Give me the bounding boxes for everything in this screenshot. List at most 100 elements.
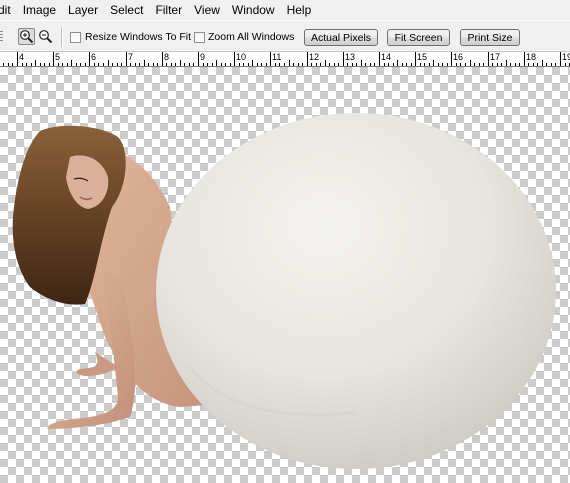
ruler-tick [542,60,543,66]
ruler-tick [555,63,556,66]
resize-windows-label[interactable]: Resize Windows To Fit [85,31,191,43]
toolbar-grip[interactable] [0,29,8,45]
menu-edit[interactable]: dit [0,0,17,20]
ruler-tick [252,60,253,66]
ruler-tick [329,63,330,66]
ruler-tick [424,63,425,66]
ruler-tick [279,63,280,66]
zoom-all-windows-checkbox[interactable] [194,32,205,43]
ruler-tick [379,52,380,66]
ruler-tick [546,63,547,66]
menu-view[interactable]: View [188,0,226,20]
ruler-tick [166,63,167,66]
ruler-tick [80,63,81,66]
ruler-tick [189,63,190,66]
ruler-tick [352,63,353,66]
ruler-tick [153,63,154,66]
ruler-tick [384,63,385,66]
ruler-tick [44,63,45,66]
ruler-tick [307,52,308,66]
ruler-tick [216,60,217,66]
ruler-tick [451,52,452,66]
ruler-tick [506,60,507,66]
ruler-label: 15 [417,52,428,62]
ruler-tick [230,63,231,66]
ruler-label: 9 [200,52,206,62]
ruler-tick [497,63,498,66]
ruler-tick [207,63,208,66]
ruler-label: 4 [19,52,25,62]
ruler-tick [429,63,430,66]
ruler-tick [17,52,18,66]
ruler-tick [257,63,258,66]
ruler-label: 13 [345,52,356,62]
menu-layer[interactable]: Layer [62,0,104,20]
menu-window[interactable]: Window [226,0,281,20]
ruler-tick [62,63,63,66]
ruler-tick [193,63,194,66]
ruler-tick [98,63,99,66]
ruler-tick [406,63,407,66]
ruler-tick [198,52,199,66]
ruler-tick [474,63,475,66]
zoom-in-button[interactable] [18,28,35,45]
ruler-tick [139,63,140,66]
ruler-tick [261,63,262,66]
ruler-tick [8,63,9,66]
ruler-tick [479,63,480,66]
ruler-tick [103,63,104,66]
ruler-tick [515,63,516,66]
ruler-tick [565,63,566,66]
ruler-label: 17 [490,52,501,62]
ruler-tick [112,63,113,66]
ruler-tick [470,60,471,66]
ruler-tick [40,63,41,66]
ruler-tick [126,52,127,66]
ruler-tick [524,52,525,66]
menu-filter[interactable]: Filter [149,0,188,20]
menu-select[interactable]: Select [104,0,149,20]
ruler-tick [266,63,267,66]
ruler-tick [171,63,172,66]
horizontal-ruler[interactable]: 4 5 6 7 8 9 10 11 12 13 14 15 16 17 18 19 [0,52,570,67]
ruler-tick [338,63,339,66]
ruler-tick [456,63,457,66]
fit-screen-button[interactable]: Fit Screen [387,29,450,46]
ruler-tick [361,60,362,66]
ruler-tick [239,63,240,66]
ruler-tick [144,60,145,66]
ruler-tick [85,63,86,66]
resize-windows-checkbox[interactable] [70,32,81,43]
ruler-tick [234,52,235,66]
ruler-label: 5 [55,52,61,62]
ruler-tick [289,60,290,66]
ruler-tick [533,63,534,66]
ruler-tick [130,63,131,66]
print-size-button[interactable]: Print Size [460,29,520,46]
ruler-tick [551,63,552,66]
ruler-tick [26,63,27,66]
actual-pixels-button[interactable]: Actual Pixels [304,29,378,46]
ruler-tick [316,63,317,66]
ruler-tick [243,63,244,66]
ruler-tick [397,60,398,66]
menu-image[interactable]: Image [17,0,62,20]
ruler-tick [415,52,416,66]
zoom-in-icon [20,30,34,44]
ruler-tick [374,63,375,66]
ruler-tick [311,63,312,66]
ruler-tick [492,63,493,66]
menu-bar: dit Image Layer Select Filter View Windo… [0,0,570,20]
ruler-tick [49,63,50,66]
ruler-tick [225,63,226,66]
ruler-tick [442,63,443,66]
ruler-tick [121,63,122,66]
options-separator [61,27,62,47]
ruler-tick [184,63,185,66]
ruler-tick [510,63,511,66]
menu-help[interactable]: Help [281,0,318,20]
document-canvas[interactable] [0,67,570,483]
ruler-tick [483,63,484,66]
zoom-out-button[interactable] [37,28,54,45]
zoom-all-windows-label[interactable]: Zoom All Windows [208,31,294,43]
